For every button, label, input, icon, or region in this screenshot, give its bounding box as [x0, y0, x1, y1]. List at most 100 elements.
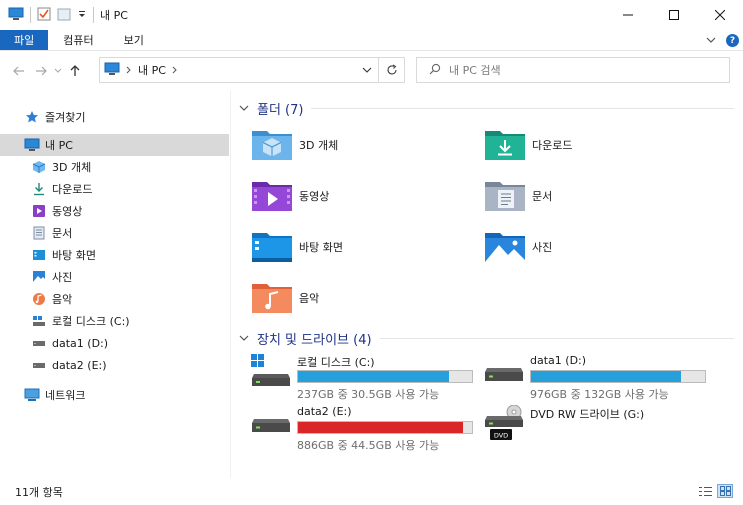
sidebar-item-drive-c[interactable]: 로컬 디스크 (C:)	[0, 310, 229, 332]
videos-folder-icon	[251, 178, 293, 214]
drive-label: DVD RW 드라이브 (G:)	[530, 408, 645, 421]
drive-icon	[31, 313, 47, 329]
recent-locations-button[interactable]	[52, 60, 64, 82]
drive-info: data2 (E:) 886GB 중 44.5GB 사용 가능	[297, 405, 473, 453]
sidebar-item-documents[interactable]: 문서	[0, 222, 229, 244]
tab-file[interactable]: 파일	[0, 30, 49, 50]
desktop-icon	[31, 247, 47, 263]
drive-usage-fill	[298, 371, 450, 382]
folder-label: 3D 개체	[299, 139, 339, 152]
properties-icon[interactable]	[37, 7, 51, 24]
ribbon-right-controls: ?	[706, 30, 739, 51]
sidebar-item-label: 내 PC	[45, 139, 73, 152]
window-controls	[605, 0, 743, 30]
search-box[interactable]	[416, 57, 730, 83]
group-divider	[311, 107, 734, 109]
back-button[interactable]	[8, 60, 30, 82]
group-header-label: 장치 및 드라이브 (4)	[257, 332, 372, 348]
sidebar-item-label: 바탕 화면	[52, 249, 96, 262]
folder-label: 다운로드	[532, 139, 573, 152]
drive-label: data2 (E:)	[297, 405, 352, 418]
sidebar-item-label: 문서	[52, 227, 73, 240]
address-history-button[interactable]	[356, 67, 378, 73]
folder-label: 음악	[299, 292, 320, 305]
arrow-left-icon	[13, 66, 24, 76]
breadcrumb: 내 PC	[100, 62, 356, 79]
folder-documents[interactable]: 문서	[484, 178, 552, 214]
folder-desktop[interactable]: 바탕 화면	[251, 229, 343, 265]
folder-label: 문서	[532, 190, 553, 203]
drive-usage-bar	[297, 370, 473, 383]
group-divider	[379, 337, 734, 339]
sidebar-item-3d-objects[interactable]: 3D 개체	[0, 156, 229, 178]
drive-label: 로컬 디스크 (C:)	[297, 356, 375, 369]
address-bar[interactable]: 내 PC	[99, 57, 405, 83]
folder-label: 동영상	[299, 190, 330, 203]
sidebar-item-desktop[interactable]: 바탕 화면	[0, 244, 229, 266]
minimize-button[interactable]	[605, 0, 651, 30]
close-button[interactable]	[697, 0, 743, 30]
drive-tile-c[interactable]: 로컬 디스크 (C:) 237GB 중 30.5GB 사용 가능	[251, 354, 473, 402]
chevron-down-icon	[706, 37, 716, 43]
refresh-icon	[386, 64, 397, 75]
breadcrumb-separator-icon[interactable]	[126, 64, 132, 77]
sidebar-item-downloads[interactable]: 다운로드	[0, 178, 229, 200]
sidebar-item-videos[interactable]: 동영상	[0, 200, 229, 222]
up-button[interactable]	[64, 60, 86, 82]
drive-tile-d[interactable]: data1 (D:) 976GB 중 132GB 사용 가능	[484, 354, 706, 402]
group-header-drives[interactable]: 장치 및 드라이브 (4)	[239, 329, 734, 348]
drive-tile-e[interactable]: data2 (E:) 886GB 중 44.5GB 사용 가능	[251, 405, 473, 453]
downloads-folder-icon	[484, 127, 526, 163]
sidebar-item-music[interactable]: 음악	[0, 288, 229, 310]
folder-3d-objects[interactable]: 3D 개체	[251, 127, 338, 163]
customize-qat-icon[interactable]	[77, 9, 87, 22]
drive-usage-fill	[531, 371, 681, 382]
sidebar-item-quick-access[interactable]: 즐겨찾기	[0, 106, 229, 128]
sidebar-item-label: 3D 개체	[52, 161, 92, 174]
chevron-down-icon	[239, 335, 251, 341]
qat-divider	[93, 7, 94, 23]
sidebar-item-label: data1 (D:)	[52, 336, 109, 350]
help-icon[interactable]: ?	[726, 34, 739, 47]
group-header-folders[interactable]: 폴더 (7)	[239, 99, 734, 118]
expand-ribbon-button[interactable]	[706, 34, 716, 47]
tiles-view-button[interactable]	[717, 484, 733, 498]
breadcrumb-separator-icon[interactable]	[172, 64, 178, 77]
sidebar-item-label: 사진	[52, 271, 73, 284]
folder-downloads[interactable]: 다운로드	[484, 127, 572, 163]
drive-usage-bar	[297, 421, 473, 434]
maximize-button[interactable]	[651, 0, 697, 30]
breadcrumb-item[interactable]: 내 PC	[138, 62, 166, 78]
forward-button[interactable]	[30, 60, 52, 82]
chevron-down-icon	[239, 105, 251, 111]
folder-videos[interactable]: 동영상	[251, 178, 329, 214]
content-pane: 폴더 (7) 3D 개체 다운로드 동영상 문서 바탕 화면 사진 음악 장치 …	[231, 91, 743, 478]
documents-folder-icon	[484, 178, 526, 214]
quick-access-toolbar	[0, 7, 94, 24]
sidebar-item-pictures[interactable]: 사진	[0, 266, 229, 288]
tab-computer[interactable]: 컴퓨터	[48, 30, 108, 50]
drive-space-text: 976GB 중 132GB 사용 가능	[530, 388, 669, 401]
search-input[interactable]	[449, 63, 699, 77]
drive-tile-dvd[interactable]: DVD DVD RW 드라이브 (G:)	[484, 404, 645, 443]
new-folder-icon[interactable]	[57, 7, 71, 24]
refresh-button[interactable]	[378, 58, 404, 82]
folder-music[interactable]: 음악	[251, 280, 319, 316]
hard-drive-icon	[251, 405, 291, 443]
sidebar-item-label: 네트워크	[45, 389, 86, 402]
music-folder-icon	[251, 280, 293, 316]
sidebar-item-network[interactable]: 네트워크	[0, 384, 229, 406]
sidebar-item-drive-d[interactable]: data1 (D:)	[0, 332, 229, 354]
computer-icon[interactable]	[8, 7, 24, 24]
sidebar-item-this-pc[interactable]: 내 PC	[0, 134, 229, 156]
tab-view[interactable]: 보기	[109, 30, 159, 50]
chevron-down-icon	[54, 68, 62, 73]
sidebar-item-drive-e[interactable]: data2 (E:)	[0, 354, 229, 376]
drive-info: 로컬 디스크 (C:) 237GB 중 30.5GB 사용 가능	[297, 354, 473, 402]
title-bar: 내 PC	[0, 0, 743, 30]
details-view-button[interactable]	[697, 484, 713, 498]
tiles-view-icon	[719, 486, 731, 496]
windows-drive-icon	[251, 354, 291, 392]
maximize-icon	[669, 10, 679, 20]
folder-pictures[interactable]: 사진	[484, 229, 552, 265]
